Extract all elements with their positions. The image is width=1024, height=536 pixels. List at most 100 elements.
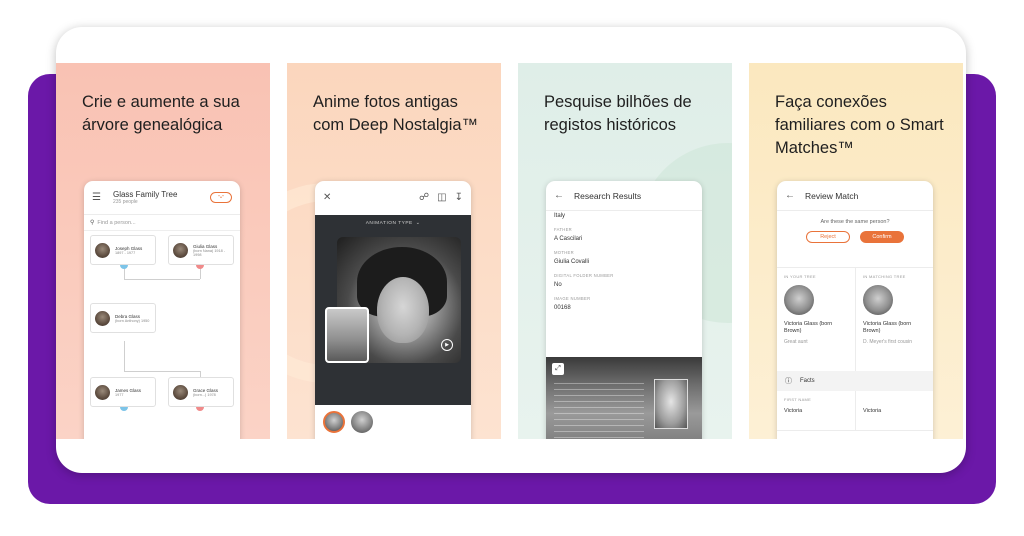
original-photo-thumbnail[interactable] bbox=[325, 307, 369, 363]
animation-type-dropdown[interactable]: ANIMATION TYPE ⌄ bbox=[315, 215, 471, 231]
match-topbar: ← Review Match bbox=[777, 181, 933, 211]
tree-view-toggle[interactable]: "•" bbox=[210, 192, 232, 203]
field-label: MOTHER bbox=[554, 250, 574, 255]
tree-title-block: Glass Family Tree 235 people bbox=[113, 190, 177, 205]
tree-canvas[interactable]: Joseph Glass 1897 - 1977 Giulia Glass (bor… bbox=[84, 231, 240, 439]
tree-connector bbox=[124, 341, 125, 371]
search-placeholder: Find a person... bbox=[97, 219, 136, 226]
fact-label: FIRST NAME bbox=[784, 397, 812, 402]
column-heading: IN MATCHING TREE bbox=[863, 274, 906, 279]
person-card[interactable]: James Glass 1977 bbox=[90, 377, 156, 407]
reject-button[interactable]: Reject bbox=[806, 231, 850, 243]
field-value: 00168 bbox=[554, 305, 571, 311]
person-card[interactable]: Grace Glass (born...) 1978 bbox=[168, 377, 234, 407]
panel-heading: Anime fotos antigas com Deep Nostalgia™ bbox=[313, 93, 479, 134]
gender-marker bbox=[120, 407, 128, 411]
research-topbar: ← Research Results bbox=[546, 181, 702, 211]
avatar bbox=[863, 285, 893, 315]
person-card[interactable]: Debra Glass (born Anthony) 1950 bbox=[90, 303, 156, 333]
field-value: Italy bbox=[554, 213, 566, 219]
record-field: IMAGE NUMBER 00168 bbox=[546, 296, 702, 311]
delete-icon[interactable]: ◫ bbox=[437, 193, 446, 203]
tree-title: Glass Family Tree bbox=[112, 190, 178, 199]
fact-right: Victoria bbox=[855, 391, 933, 430]
match-question: Are these the same person? bbox=[820, 219, 890, 225]
avatar bbox=[173, 242, 188, 258]
share-icon[interactable]: ☍ bbox=[419, 193, 429, 203]
match-actions: Reject Confirm bbox=[777, 231, 933, 243]
chevron-down-icon: ⌄ bbox=[415, 220, 421, 226]
person-name: Victoria Glass (born Brown) bbox=[863, 321, 912, 334]
panel-family-tree: Crie e aumente a sua árvore genealógica … bbox=[56, 63, 270, 439]
avatar bbox=[95, 242, 110, 258]
facts-section-header[interactable]: ⓘ Facts bbox=[777, 371, 933, 391]
person-name: Joseph Glass bbox=[115, 245, 143, 251]
record-field: Italy bbox=[546, 213, 702, 219]
panel-heading: Faça conexões familiares com o Smart Mat… bbox=[775, 93, 944, 157]
fact-left: FIRST NAME Victoria bbox=[777, 391, 855, 430]
phone-research: ← Research Results Italy FATHER A Cascil… bbox=[546, 181, 702, 439]
record-document-image[interactable]: ⤢ bbox=[546, 357, 702, 439]
facts-label: Facts bbox=[800, 378, 815, 384]
person-name: Grace Glass bbox=[193, 387, 219, 393]
person-card[interactable]: Giulia Glass (born Nana) 1918 - 1998 bbox=[168, 235, 234, 265]
close-icon[interactable]: ✕ bbox=[323, 193, 331, 203]
download-icon[interactable]: ↧ bbox=[455, 193, 463, 203]
tree-subtitle: 235 people bbox=[112, 199, 138, 205]
document-text-lines bbox=[554, 383, 644, 439]
info-icon: ⓘ bbox=[785, 378, 792, 385]
thumbnail-selected[interactable] bbox=[323, 411, 345, 433]
person-dates: 1897 - 1977 bbox=[115, 250, 136, 255]
gender-marker bbox=[196, 265, 204, 269]
person-dates: (born Nana) 1918 - 1998 bbox=[193, 248, 226, 257]
confirm-button[interactable]: Confirm bbox=[860, 231, 904, 243]
phone-review-match: ← Review Match Are these the same person… bbox=[777, 181, 933, 439]
photo-thumbnails bbox=[323, 411, 373, 433]
person-card[interactable]: Joseph Glass 1897 - 1977 bbox=[90, 235, 156, 265]
avatar bbox=[95, 310, 110, 326]
matching-tree-column: IN MATCHING TREE Victoria Glass (born Br… bbox=[855, 268, 933, 371]
play-icon[interactable]: ▶ bbox=[441, 339, 453, 351]
avatar bbox=[173, 384, 188, 400]
panel-deep-nostalgia: Anime fotos antigas com Deep Nostalgia™ … bbox=[287, 63, 501, 439]
phone-family-tree: ☰ Glass Family Tree 235 people "•" ⚲ Fin… bbox=[84, 181, 240, 439]
document-photo bbox=[654, 379, 688, 429]
screenshots-card: Crie e aumente a sua árvore genealógica … bbox=[56, 27, 966, 473]
back-arrow-icon[interactable]: ← bbox=[785, 190, 795, 201]
field-label: IMAGE NUMBER bbox=[554, 296, 591, 301]
animate-topbar: ✕ ☍ ◫ ↧ bbox=[315, 181, 471, 215]
person-name: Victoria Glass (born Brown) bbox=[784, 321, 833, 334]
gender-marker bbox=[196, 407, 204, 411]
search-icon: ⚲ bbox=[90, 219, 95, 226]
panel-research: Pesquise bilhões de registos históricos … bbox=[518, 63, 732, 439]
person-dates: (born...) 1978 bbox=[193, 392, 216, 397]
fact-value: Victoria bbox=[863, 408, 882, 414]
column-heading: IN YOUR TREE bbox=[784, 274, 816, 279]
portrait-face bbox=[377, 277, 429, 343]
avatar bbox=[784, 285, 814, 315]
phone-animate: ✕ ☍ ◫ ↧ ANIMATION TYPE ⌄ ▶ bbox=[315, 181, 471, 439]
person-dates: 1977 bbox=[115, 392, 124, 397]
fact-row: FIRST NAME Victoria Victoria bbox=[777, 391, 933, 431]
panel-heading: Pesquise bilhões de registos históricos bbox=[544, 93, 692, 134]
match-title: Review Match bbox=[805, 190, 859, 201]
animation-viewer: ANIMATION TYPE ⌄ ▶ bbox=[315, 215, 471, 405]
back-arrow-icon[interactable]: ← bbox=[554, 190, 564, 201]
your-tree-column: IN YOUR TREE Victoria Glass (born Brown)… bbox=[777, 268, 855, 371]
record-field: MOTHER Giulia Covalli bbox=[546, 250, 702, 265]
field-value: No bbox=[554, 282, 562, 288]
thumbnail[interactable] bbox=[351, 411, 373, 433]
expand-icon[interactable]: ⤢ bbox=[552, 363, 564, 375]
tree-topbar: ☰ Glass Family Tree 235 people "•" bbox=[84, 181, 240, 215]
field-label: FATHER bbox=[554, 227, 573, 232]
menu-icon[interactable]: ☰ bbox=[92, 192, 101, 203]
tree-connector bbox=[124, 371, 200, 372]
find-person-search[interactable]: ⚲ Find a person... bbox=[84, 215, 240, 231]
avatar bbox=[95, 384, 110, 400]
person-dates: (born Anthony) 1950 bbox=[115, 318, 150, 323]
field-value: Giulia Covalli bbox=[554, 259, 590, 265]
field-label: DIGITAL FOLDER NUMBER bbox=[554, 273, 614, 278]
tree-connector bbox=[124, 279, 200, 280]
record-field: FATHER A Cascilari bbox=[546, 227, 702, 242]
gender-marker bbox=[120, 265, 128, 269]
